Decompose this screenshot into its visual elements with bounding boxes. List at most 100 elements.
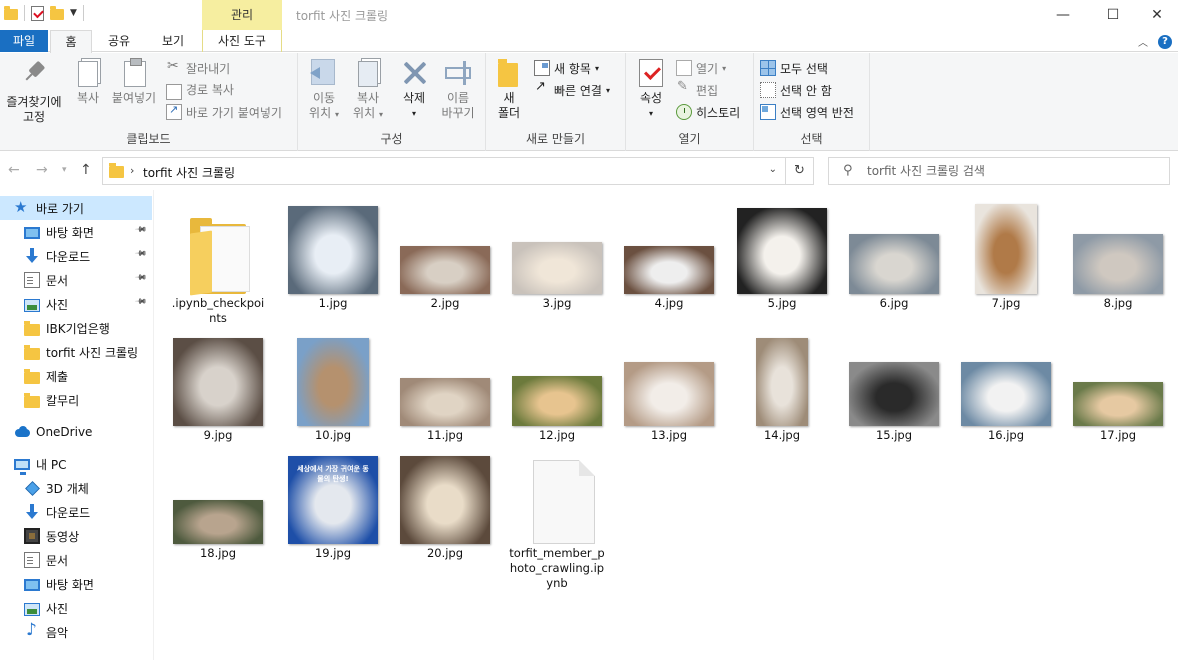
properties-button[interactable]: 속성 ▾ — [634, 57, 668, 121]
tab-view[interactable]: 보기 — [148, 30, 198, 52]
tab-picture-tools[interactable]: 사진 도구 — [202, 30, 282, 52]
cut-button[interactable]: 잘라내기 — [166, 58, 230, 78]
recent-locations-chevron-icon[interactable]: ▾ — [62, 165, 67, 175]
easy-access-button[interactable]: 빠른 연결 ▾ — [534, 79, 610, 100]
sidebar-item[interactable]: 칼무리 — [0, 388, 152, 412]
file-name: 3.jpg — [542, 296, 572, 310]
delete-button[interactable]: 삭제 ▾ — [396, 57, 432, 121]
address-dropdown-chevron-icon[interactable]: ⌄ — [769, 164, 777, 175]
pin-to-quick-access-button[interactable]: 즐겨찾기에 고정 — [2, 57, 66, 125]
thumbnail-area — [844, 202, 944, 296]
sidebar-item[interactable]: 문서 — [0, 548, 152, 572]
sidebar-item-label: 동영상 — [46, 529, 80, 544]
file-item[interactable]: 7.jpg — [956, 202, 1056, 311]
open-chevron-icon: ▾ — [722, 63, 727, 73]
breadcrumb-chevron-icon[interactable]: › — [130, 164, 134, 177]
thumbnail-area — [619, 202, 719, 296]
sidebar-item[interactable]: 바탕 화면 📌 — [0, 220, 152, 244]
properties-icon[interactable] — [31, 5, 44, 21]
copy-path-button[interactable]: 경로 복사 — [166, 79, 234, 100]
delete-dropdown-chevron-icon[interactable]: ▾ — [396, 106, 432, 121]
sidebar-item[interactable]: IBK기업은행 — [0, 316, 152, 340]
move-to-label-2: 위치 ▾ — [309, 106, 339, 120]
sidebar-item[interactable]: 사진 — [0, 596, 152, 620]
paste-shortcut-button[interactable]: 바로 가기 붙여넣기 — [166, 102, 282, 122]
search-box[interactable]: ⚲ — [828, 157, 1170, 185]
paste-button[interactable]: 붙여넣기 — [108, 57, 160, 106]
sidebar-item[interactable]: 바탕 화면 — [0, 572, 152, 596]
collapse-ribbon-icon[interactable]: ︿ — [1138, 34, 1148, 49]
sidebar-item[interactable]: 3D 개체 — [0, 476, 152, 500]
easy-access-chevron-icon: ▾ — [605, 85, 610, 95]
file-name: 2.jpg — [430, 296, 460, 310]
file-item[interactable]: 17.jpg — [1068, 334, 1168, 443]
breadcrumb-current-folder[interactable]: torfit 사진 크롤링 — [143, 164, 235, 181]
new-item-button[interactable]: 새 항목 ▾ — [534, 58, 599, 78]
sidebar-item[interactable]: 제출 — [0, 364, 152, 388]
file-item[interactable]: 18.jpg — [168, 452, 268, 561]
open-button[interactable]: 열기 ▾ — [676, 58, 726, 78]
forward-arrow-icon[interactable]: → — [36, 162, 48, 178]
file-item[interactable]: 세상에서 가장 귀여운 동물의 탄생! 19.jpg — [283, 452, 383, 561]
search-input[interactable] — [867, 162, 1157, 180]
file-item[interactable]: 2.jpg — [395, 202, 495, 311]
sidebar-item[interactable]: 문서 📌 — [0, 268, 152, 292]
maximize-button[interactable]: ☐ — [1090, 0, 1136, 30]
thumbnail-area — [732, 202, 832, 296]
file-item[interactable]: 11.jpg — [395, 334, 495, 443]
sidebar-item[interactable]: 내 PC — [0, 452, 152, 476]
minimize-button[interactable]: — — [1040, 0, 1086, 30]
address-bar[interactable]: › torfit 사진 크롤링 ⌄ — [102, 157, 786, 185]
file-item[interactable]: 15.jpg — [844, 334, 944, 443]
edit-button[interactable]: 편집 — [676, 79, 718, 100]
file-item[interactable]: 10.jpg — [283, 334, 383, 443]
folder-item[interactable]: .ipynb_checkpoints — [168, 202, 268, 326]
move-to-button[interactable]: 이동 위치 ▾ — [304, 57, 344, 122]
tab-file[interactable]: 파일 — [0, 30, 48, 52]
select-all-button[interactable]: 모두 선택 — [760, 58, 828, 78]
file-item[interactable]: 16.jpg — [956, 334, 1056, 443]
copy-button[interactable]: 복사 — [70, 57, 106, 106]
file-item[interactable]: 14.jpg — [732, 334, 832, 443]
copy-to-button[interactable]: 복사 위치 ▾ — [348, 57, 388, 122]
file-item[interactable]: 20.jpg — [395, 452, 495, 561]
file-item[interactable]: torfit_member_photo_crawling.ipynb — [507, 452, 607, 591]
sidebar-item[interactable]: 바로 가기 — [0, 196, 152, 220]
file-item[interactable]: 5.jpg — [732, 202, 832, 311]
file-item[interactable]: 9.jpg — [168, 334, 268, 443]
folder-icon — [109, 163, 124, 178]
sidebar-item[interactable]: 음악 — [0, 620, 152, 644]
sidebar-item[interactable]: 다운로드 — [0, 500, 152, 524]
sidebar-item[interactable]: torfit 사진 크롤링 — [0, 340, 152, 364]
sidebar-item[interactable]: 사진 📌 — [0, 292, 152, 316]
close-button[interactable]: ✕ — [1134, 0, 1178, 30]
tab-share[interactable]: 공유 — [96, 30, 142, 52]
file-item[interactable]: 4.jpg — [619, 202, 719, 311]
file-item[interactable]: 12.jpg — [507, 334, 607, 443]
file-item[interactable]: 8.jpg — [1068, 202, 1168, 311]
sidebar-item-label: OneDrive — [36, 425, 93, 439]
sidebar-item[interactable]: 동영상 — [0, 524, 152, 548]
tab-home[interactable]: 홈 — [50, 30, 92, 53]
new-folder-button[interactable]: 새 폴더 — [494, 57, 524, 121]
back-arrow-icon[interactable]: ← — [8, 162, 20, 178]
invert-selection-button[interactable]: 선택 영역 반전 — [760, 102, 854, 122]
sidebar-item-label: torfit 사진 크롤링 — [46, 345, 139, 360]
up-arrow-icon[interactable]: ↑ — [80, 162, 92, 178]
new-folder-icon[interactable] — [50, 5, 64, 20]
file-item[interactable]: 3.jpg — [507, 202, 607, 311]
file-item[interactable]: 6.jpg — [844, 202, 944, 311]
properties-icon — [636, 57, 666, 87]
refresh-button[interactable]: ↻ — [786, 157, 814, 185]
file-item[interactable]: 13.jpg — [619, 334, 719, 443]
history-button[interactable]: 히스토리 — [676, 102, 740, 122]
help-icon[interactable]: ? — [1158, 34, 1172, 49]
rename-button[interactable]: 이름 바꾸기 — [436, 57, 480, 121]
select-none-button[interactable]: 선택 안 함 — [760, 80, 832, 100]
sidebar-item[interactable]: OneDrive — [0, 420, 152, 444]
sidebar-item[interactable]: 다운로드 📌 — [0, 244, 152, 268]
customize-toolbar-chevron-icon[interactable]: ▼ — [70, 8, 77, 18]
properties-chevron-icon[interactable]: ▾ — [634, 106, 668, 121]
history-icon — [676, 104, 692, 120]
file-item[interactable]: 1.jpg — [283, 202, 383, 311]
